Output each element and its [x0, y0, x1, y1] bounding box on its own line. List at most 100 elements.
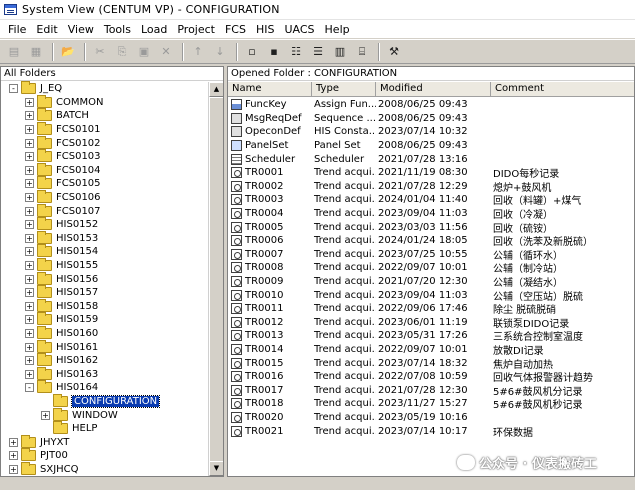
tree-item[interactable]: HELP [1, 421, 207, 436]
tree-item[interactable]: + FCS0106 [1, 190, 207, 205]
menu-item-fcs[interactable]: FCS [220, 23, 251, 36]
paste-button[interactable]: ▣ [134, 42, 154, 61]
down-arrow-button[interactable]: ↓ [210, 42, 230, 61]
list-item[interactable]: TR0012 Trend acqui... 2023/06/01 11:19 联锁泵D… [228, 316, 634, 330]
list-item[interactable]: MsgReqDef Sequence ... 2008/06/25 09:43 [228, 112, 634, 126]
menu-item-edit[interactable]: Edit [31, 23, 62, 36]
expand-icon[interactable]: + [25, 193, 34, 203]
tree-item[interactable]: + WINDOW [1, 407, 207, 422]
scroll-down-icon[interactable]: ▼ [209, 461, 223, 476]
list-item[interactable]: TR0002 Trend acqui... 2021/07/28 12:29 熄炉+鼓… [228, 180, 634, 194]
tree-item[interactable]: + COMMON [1, 94, 207, 110]
expand-icon[interactable]: + [9, 451, 18, 461]
tree-item[interactable]: + HIS0158 [1, 298, 207, 314]
column-comment[interactable]: Comment [491, 82, 634, 97]
tree-item[interactable]: + HIS0162 [1, 353, 207, 368]
tree-view-button[interactable]: ⌸ [352, 42, 372, 61]
list-view-button[interactable]: ☷ [286, 42, 306, 61]
list-item[interactable]: TR0017 Trend acqui... 2021/07/28 12:30 5#6#… [228, 383, 634, 398]
menu-item-his[interactable]: HIS [251, 23, 280, 36]
list-item[interactable]: PanelSet Panel Set 2008/06/25 09:43 [228, 139, 634, 153]
menu-item-tools[interactable]: Tools [99, 23, 136, 36]
column-modified[interactable]: Modified [376, 82, 491, 97]
expand-icon[interactable]: + [25, 220, 34, 230]
list-item[interactable]: TR0013 Trend acqui... 2023/05/31 17:26 三系统合… [228, 329, 634, 343]
cut-button[interactable]: ✂ [90, 42, 110, 61]
expand-icon[interactable]: + [25, 328, 34, 338]
tree-item[interactable]: + HIS0154 [1, 244, 207, 259]
list-item[interactable]: TR0006 Trend acqui... 2024/01/24 18:05 回收（洗… [228, 234, 634, 248]
tree-item[interactable]: + FCS0104 [1, 162, 207, 178]
tree-item[interactable]: + HIS0155 [1, 258, 207, 273]
list-item[interactable]: TR0009 Trend acqui... 2021/07/20 12:30 公辅（凝… [228, 275, 634, 289]
tree-item[interactable]: + BATCH [1, 108, 207, 123]
tree-item[interactable]: + FCS0101 [1, 122, 207, 137]
menu-item-load[interactable]: Load [136, 23, 172, 36]
tree-item[interactable]: + FCS0105 [1, 176, 207, 191]
tree-vertical-scrollbar[interactable]: ▲ ▼ [208, 82, 223, 476]
help-tool-button[interactable]: ⚒ [384, 42, 404, 61]
folder-tree[interactable]: - J_EQ + COMMON + BATCH + FCS0101 + FCS0102 + FCS01… [1, 81, 207, 476]
open-folder-button[interactable]: 📂 [58, 42, 78, 61]
collapse-icon[interactable]: - [25, 383, 34, 393]
expand-icon[interactable]: + [25, 315, 34, 325]
list-item[interactable]: TR0005 Trend acqui... 2023/03/03 11:56 回收（硫… [228, 220, 634, 235]
expand-icon[interactable]: + [25, 356, 34, 366]
expand-icon[interactable]: + [25, 301, 34, 311]
list-item[interactable]: TR0016 Trend acqui... 2022/07/08 10:59 回收气体… [228, 370, 634, 384]
scroll-thumb[interactable] [209, 97, 223, 463]
up-arrow-button[interactable]: ↑ [188, 42, 208, 61]
list-item[interactable]: TR0003 Trend acqui... 2024/01/04 11:40 回收（料… [228, 193, 634, 207]
details-view-button[interactable]: ☰ [308, 42, 328, 61]
expand-icon[interactable]: + [41, 410, 50, 420]
expand-icon[interactable]: + [25, 111, 34, 121]
expand-icon[interactable]: + [25, 233, 34, 243]
properties-button[interactable]: ▥ [330, 42, 350, 61]
list-item[interactable]: TR0015 Trend acqui... 2023/07/14 18:32 焦炉自动… [228, 356, 634, 371]
tree-item[interactable]: + HIS0161 [1, 339, 207, 354]
tree-item[interactable]: + HIS0163 [1, 366, 207, 381]
list-item[interactable]: TR0007 Trend acqui... 2023/07/25 10:55 公辅（循… [228, 248, 634, 262]
expand-icon[interactable]: + [25, 274, 34, 284]
expand-icon[interactable]: + [25, 97, 34, 107]
copy-button[interactable]: ⎘ [112, 42, 132, 61]
list-item[interactable]: TR0010 Trend acqui... 2023/09/04 11:03 公辅（空… [228, 288, 634, 303]
tree-item[interactable]: + HIS0152 [1, 217, 207, 232]
menu-item-uacs[interactable]: UACS [279, 23, 319, 36]
toolbar-button-1-button[interactable]: ▤ [4, 42, 24, 61]
menu-item-help[interactable]: Help [320, 23, 355, 36]
list-item[interactable]: FuncKey Assign Fun... 2008/06/25 09:43 [228, 98, 634, 112]
small-buttons-icon[interactable]: ▪ [264, 42, 284, 61]
tree-item[interactable]: - J_EQ [1, 81, 207, 96]
expand-icon[interactable]: + [25, 247, 34, 257]
list-item[interactable]: TR0020 Trend acqui... 2023/05/19 10:16 [228, 411, 634, 425]
menu-item-project[interactable]: Project [172, 23, 220, 36]
scroll-up-icon[interactable]: ▲ [209, 82, 223, 97]
tree-item[interactable]: - HIS0164 [1, 380, 207, 395]
list-item[interactable]: TR0014 Trend acqui... 2022/09/07 10:01 放散DI… [228, 343, 634, 357]
expand-icon[interactable]: + [9, 437, 18, 447]
toolbar-button-2-button[interactable]: ▦ [26, 42, 46, 61]
tree-item[interactable]: + FCS0102 [1, 135, 207, 150]
delete-button[interactable]: ✕ [156, 42, 176, 61]
expand-icon[interactable]: + [25, 125, 34, 135]
menu-item-file[interactable]: File [3, 23, 31, 36]
expand-icon[interactable]: + [25, 369, 34, 379]
tree-item[interactable]: + HIS0157 [1, 285, 207, 300]
list-item[interactable]: TR0001 Trend acqui... 2021/11/19 08:30 DIDO… [228, 166, 634, 180]
expand-icon[interactable]: + [25, 179, 34, 189]
column-type[interactable]: Type [312, 82, 376, 97]
tree-item[interactable]: + FCS0107 [1, 203, 207, 218]
column-name[interactable]: Name [228, 82, 312, 97]
expand-icon[interactable]: + [25, 288, 34, 298]
expand-icon[interactable]: + [25, 152, 34, 162]
list-item[interactable]: OpeconDef HIS Consta... 2023/07/14 10:32 [228, 125, 634, 139]
tree-item[interactable]: + HIS0160 [1, 325, 207, 341]
list-item[interactable]: TR0021 Trend acqui... 2023/07/14 10:17 环保数据 [228, 424, 634, 439]
expand-icon[interactable]: + [25, 206, 34, 216]
expand-icon[interactable]: + [25, 342, 34, 352]
tree-item[interactable]: + SXJHCQ [1, 461, 207, 476]
tree-item[interactable]: + HIS0153 [1, 230, 207, 246]
list-item[interactable]: Scheduler Scheduler 2021/07/28 13:16 [228, 152, 634, 166]
tree-item[interactable]: + FCS0103 [1, 149, 207, 164]
